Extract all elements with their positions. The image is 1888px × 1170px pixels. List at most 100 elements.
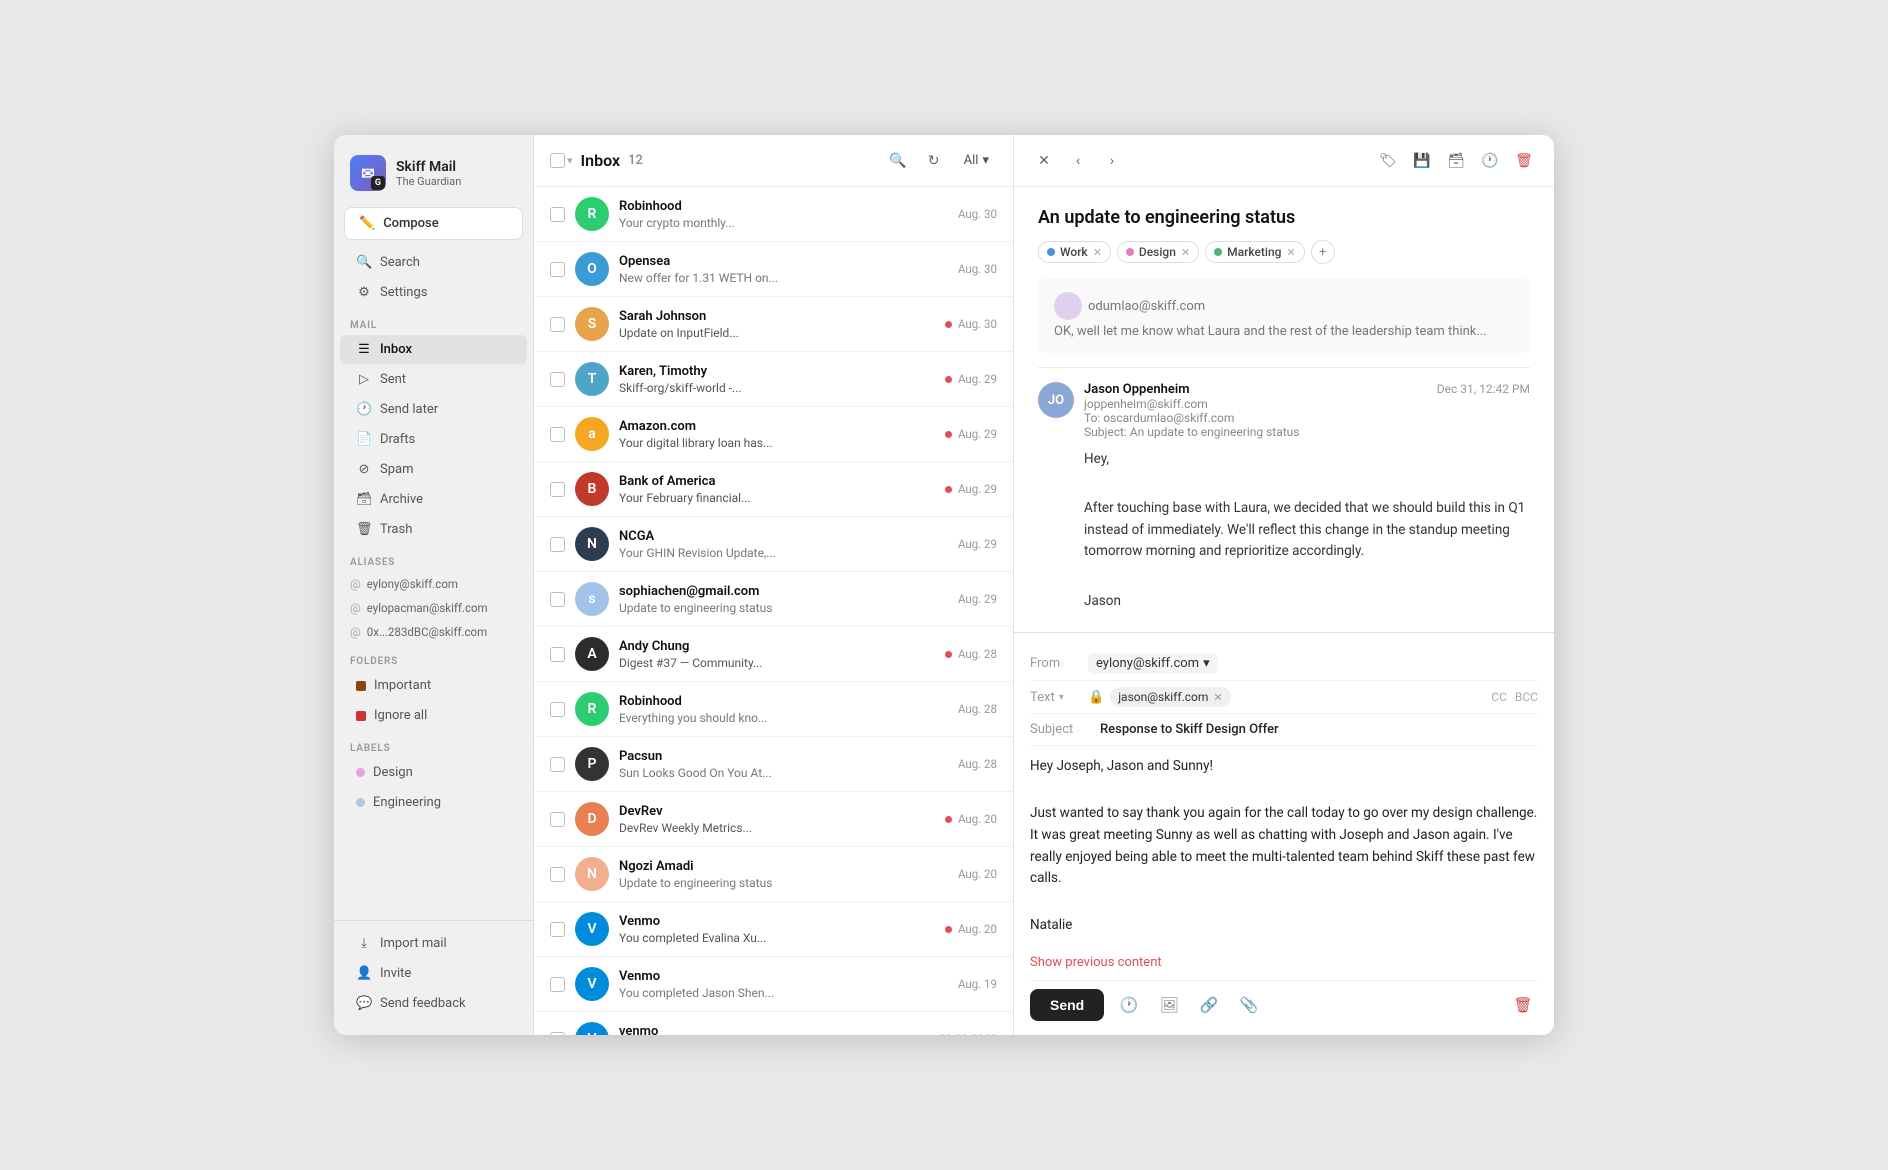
email-row[interactable]: R Robinhood Everything you should kno...… (534, 682, 1013, 737)
sidebar-item-sent[interactable]: ▷ Sent (340, 365, 527, 394)
email-row[interactable]: V Venmo You completed Jason Shen... Aug.… (534, 957, 1013, 1012)
send-button[interactable]: Send (1030, 989, 1104, 1021)
email-checkbox[interactable] (550, 207, 565, 222)
to-chip[interactable]: jason@skiff.com ✕ (1110, 687, 1230, 707)
bcc-button[interactable]: BCC (1515, 690, 1538, 704)
sidebar-item-drafts[interactable]: 📄 Drafts (340, 425, 527, 454)
email-row[interactable]: V venmo You completed Kevin Tong... _08.… (534, 1012, 1013, 1035)
email-row[interactable]: D DevRev DevRev Weekly Metrics... Aug. 2… (534, 792, 1013, 847)
label-engineering[interactable]: Engineering (340, 788, 527, 817)
sidebar-item-import-mail[interactable]: ⤓ Import mail (340, 929, 527, 958)
email-checkbox[interactable] (550, 757, 565, 772)
discard-compose-button[interactable]: 🗑 (1508, 990, 1538, 1020)
attach-file-button[interactable]: 📎 (1234, 990, 1264, 1020)
add-tag-button[interactable]: + (1311, 240, 1335, 264)
sidebar-item-invite[interactable]: 👤 Invite (340, 959, 527, 988)
email-row[interactable]: S Sarah Johnson Update on InputField... … (534, 297, 1013, 352)
sidebar-item-trash[interactable]: 🗑 Trash (340, 515, 527, 544)
aliases-section-label: ALIASES (334, 545, 533, 572)
sidebar-item-send-later[interactable]: 🕐 Send later (340, 395, 527, 424)
email-checkbox[interactable] (550, 482, 565, 497)
clock-button[interactable]: 🕐 (1476, 147, 1504, 175)
email-row[interactable]: N Ngozi Amadi Update to engineering stat… (534, 847, 1013, 902)
email-checkbox[interactable] (550, 702, 565, 717)
next-message-button[interactable]: › (1098, 147, 1126, 175)
sidebar-settings-label: Settings (380, 285, 427, 300)
to-type-label: Text ▾ (1030, 690, 1080, 705)
email-sender: Robinhood (619, 694, 948, 709)
email-row[interactable]: R Robinhood Your crypto monthly... Aug. … (534, 187, 1013, 242)
sidebar-item-search[interactable]: 🔍 Search (340, 248, 527, 277)
email-checkbox[interactable] (550, 317, 565, 332)
to-chips: 🔒 jason@skiff.com ✕ (1088, 687, 1483, 707)
checkbox-chevron[interactable]: ▾ (567, 154, 573, 167)
prev-reply-avatar (1054, 292, 1082, 320)
insert-image-button[interactable]: 🖼 (1154, 990, 1184, 1020)
compose-button[interactable]: ✏️ Compose (344, 207, 523, 240)
label-design[interactable]: Design (340, 758, 527, 787)
email-row[interactable]: V Venmo You completed Evalina Xu... Aug.… (534, 902, 1013, 957)
to-chip-close[interactable]: ✕ (1213, 691, 1222, 704)
email-row[interactable]: s sophiachen@gmail.com Update to enginee… (534, 572, 1013, 627)
from-selector[interactable]: eylony@skiff.com ▾ (1088, 653, 1218, 674)
email-checkbox[interactable] (550, 427, 565, 442)
refresh-button[interactable]: ↻ (920, 147, 948, 175)
sidebar-item-spam[interactable]: ⊘ Spam (340, 455, 527, 484)
trash-icon: 🗑 (356, 522, 372, 537)
email-checkbox[interactable] (550, 537, 565, 552)
archive-button[interactable]: 🗃 (1442, 147, 1470, 175)
alias-3[interactable]: @ 0x...283dBC@skiff.com (334, 620, 533, 644)
tag-marketing[interactable]: Marketing ✕ (1205, 241, 1305, 263)
email-row[interactable]: N NCGA Your GHIN Revision Update,... Aug… (534, 517, 1013, 572)
save-button[interactable]: 💾 (1408, 147, 1436, 175)
email-checkbox[interactable] (550, 977, 565, 992)
sidebar-item-send-feedback[interactable]: 💬 Send feedback (340, 989, 527, 1018)
email-row[interactable]: a Amazon.com Your digital library loan h… (534, 407, 1013, 462)
email-checkbox[interactable] (550, 867, 565, 882)
label-button[interactable]: 🏷 (1374, 147, 1402, 175)
prev-message-button[interactable]: ‹ (1064, 147, 1092, 175)
alias-1[interactable]: @ eylony@skiff.com (334, 572, 533, 596)
show-previous-content[interactable]: Show previous content (1030, 951, 1538, 980)
email-row[interactable]: O Opensea New offer for 1.31 WETH on... … (534, 242, 1013, 297)
email-checkbox[interactable] (550, 1032, 565, 1036)
email-avatar: P (575, 747, 609, 781)
folder-ignore[interactable]: Ignore all (340, 701, 527, 730)
search-emails-button[interactable]: 🔍 (884, 147, 912, 175)
tag-design[interactable]: Design ✕ (1117, 241, 1199, 263)
delete-button[interactable]: 🗑 (1510, 147, 1538, 175)
unread-indicator (945, 431, 952, 438)
sidebar-item-settings[interactable]: ⚙ Settings (340, 278, 527, 307)
alias-2[interactable]: @ eylopacman@skiff.com (334, 596, 533, 620)
cc-button[interactable]: CC (1491, 690, 1507, 704)
alias-email-3: 0x...283dBC@skiff.com (367, 625, 487, 639)
email-checkbox[interactable] (550, 372, 565, 387)
sidebar-item-archive[interactable]: 🗃 Archive (340, 485, 527, 514)
close-thread-button[interactable]: ✕ (1030, 147, 1058, 175)
tag-design-close[interactable]: ✕ (1181, 246, 1190, 259)
email-content: Opensea New offer for 1.31 WETH on... (619, 254, 948, 285)
filter-button[interactable]: All ▾ (956, 149, 997, 172)
select-all-checkbox[interactable] (550, 153, 565, 168)
compose-body[interactable]: Hey Joseph, Jason and Sunny!Just wanted … (1030, 746, 1538, 951)
email-row[interactable]: B Bank of America Your February financia… (534, 462, 1013, 517)
email-checkbox[interactable] (550, 812, 565, 827)
sidebar-item-inbox[interactable]: ☰ Inbox (340, 335, 527, 364)
folder-important[interactable]: Important (340, 671, 527, 700)
email-checkbox[interactable] (550, 262, 565, 277)
schedule-send-button[interactable]: 🕐 (1114, 990, 1144, 1020)
email-checkbox[interactable] (550, 592, 565, 607)
tag-marketing-close[interactable]: ✕ (1286, 246, 1295, 259)
email-list-scroll[interactable]: R Robinhood Your crypto monthly... Aug. … (534, 187, 1013, 1035)
email-row[interactable]: P Pacsun Sun Looks Good On You At... Aug… (534, 737, 1013, 792)
select-all-checkbox-area[interactable]: ▾ (550, 153, 573, 168)
tag-work-close[interactable]: ✕ (1093, 246, 1102, 259)
unread-indicator (945, 816, 952, 823)
email-checkbox[interactable] (550, 922, 565, 937)
insert-link-button[interactable]: 🔗 (1194, 990, 1224, 1020)
email-checkbox[interactable] (550, 647, 565, 662)
subject-value[interactable]: Response to Skiff Design Offer (1100, 722, 1538, 737)
email-row[interactable]: T Karen, Timothy Skiff-org/skiff-world -… (534, 352, 1013, 407)
email-row[interactable]: A Andy Chung Digest #37 — Community... A… (534, 627, 1013, 682)
tag-work[interactable]: Work ✕ (1038, 241, 1111, 263)
